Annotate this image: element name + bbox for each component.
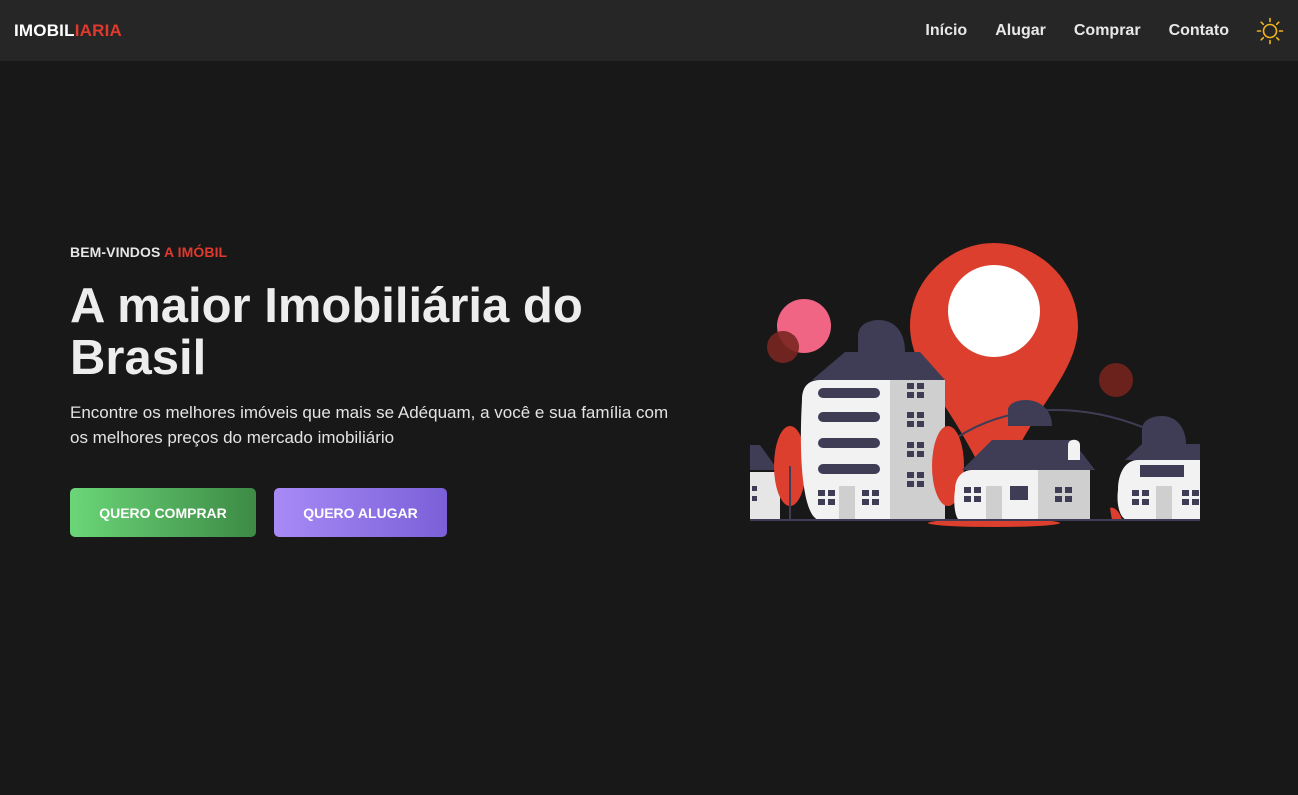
nav-link-contato[interactable]: Contato bbox=[1169, 22, 1229, 40]
hero-headline: A maior Imobiliária do Brasil bbox=[70, 279, 583, 385]
hero-cta-row: QUERO COMPRAR QUERO ALUGAR bbox=[70, 488, 447, 537]
dark-red-circle bbox=[767, 331, 799, 363]
eyebrow-accent: A IMÓBIL bbox=[163, 244, 228, 260]
left-house bbox=[750, 426, 806, 520]
center-house bbox=[928, 400, 1095, 527]
hero-section: BEM-VINDOS A IMÓBIL A maior Imobiliária … bbox=[70, 244, 690, 450]
hero-illustration bbox=[750, 243, 1200, 527]
navbar: IMOBILIARIA Início Alugar Comprar Contat… bbox=[0, 0, 1298, 61]
logo-main: IMOBIL bbox=[14, 20, 75, 40]
nav-link-comprar[interactable]: Comprar bbox=[1074, 22, 1141, 40]
theme-toggle-button[interactable] bbox=[1256, 17, 1284, 45]
hero-eyebrow: BEM-VINDOS A IMÓBIL bbox=[70, 244, 690, 260]
nav-link-alugar[interactable]: Alugar bbox=[995, 22, 1046, 40]
buy-button[interactable]: QUERO COMPRAR bbox=[70, 488, 256, 537]
eyebrow-main: BEM-VINDOS bbox=[70, 244, 161, 260]
dark-red-circle-right bbox=[1099, 363, 1133, 397]
right-house bbox=[1110, 416, 1200, 520]
rent-button[interactable]: QUERO ALUGAR bbox=[274, 488, 447, 537]
logo-accent: IARIA bbox=[74, 20, 122, 40]
hero-subtitle: Encontre os melhores imóveis que mais se… bbox=[70, 403, 669, 447]
sun-icon bbox=[1256, 17, 1284, 44]
logo[interactable]: IMOBILIARIA bbox=[14, 21, 122, 41]
main-nav: Início Alugar Comprar Contato bbox=[925, 17, 1284, 45]
nav-link-inicio[interactable]: Início bbox=[925, 22, 967, 40]
